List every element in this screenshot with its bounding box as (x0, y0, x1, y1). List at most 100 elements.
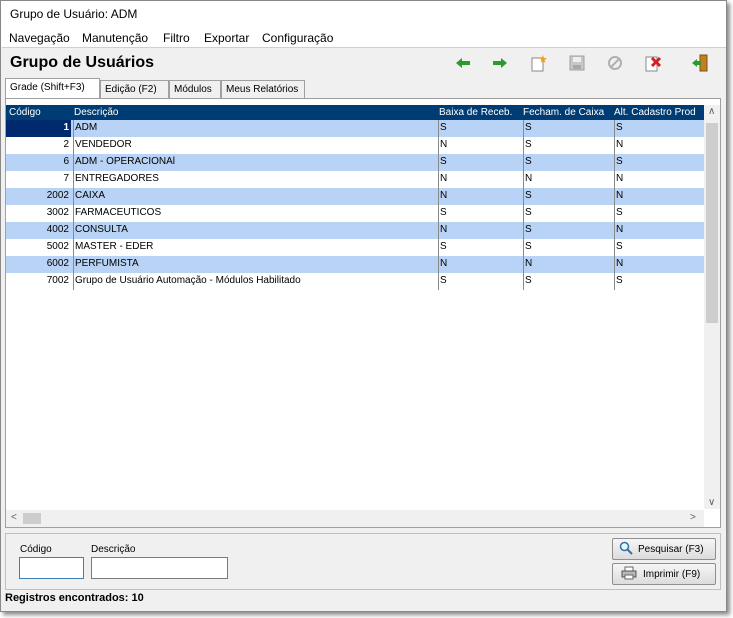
cancel-icon[interactable] (605, 53, 625, 73)
col-header-descricao[interactable]: Descrição (74, 107, 434, 118)
table-row[interactable]: 7002 Grupo de Usuário Automação - Módulos… (6, 273, 704, 290)
cell-fecham: S (525, 207, 532, 218)
tab-label: Meus Relatórios (226, 84, 299, 95)
cell-codigo: 6002 (46, 258, 69, 269)
cell-codigo: 6 (63, 156, 69, 167)
tab-edicao[interactable]: Edição (F2) (100, 80, 169, 98)
cell-codigo: 2 (63, 139, 69, 150)
cell-baixa: N (440, 224, 448, 235)
cell-descricao: ENTREGADORES (75, 173, 159, 184)
column-separator (523, 154, 524, 171)
print-button[interactable]: Imprimir (F9) (612, 563, 716, 585)
table-row[interactable]: 2002 CAIXA N S N (6, 188, 704, 205)
column-separator (523, 188, 524, 205)
forward-arrow-icon[interactable] (490, 53, 510, 73)
vertical-scroll-thumb[interactable] (706, 123, 718, 323)
scroll-up-icon[interactable]: ∧ (708, 106, 715, 117)
search-panel: Código Descrição Pesquisar (F3) Imprimir… (5, 533, 721, 590)
cell-alt-cadastro: N (616, 173, 624, 184)
col-header-baixa[interactable]: Baixa de Receb. (439, 107, 521, 118)
save-icon[interactable] (567, 53, 587, 73)
codigo-input[interactable] (19, 557, 84, 579)
column-separator (614, 256, 615, 273)
table-row[interactable]: 4002 CONSULTA N S N (6, 222, 704, 239)
delete-icon[interactable] (643, 53, 663, 73)
cell-alt-cadastro: S (616, 156, 623, 167)
column-separator (438, 154, 439, 171)
column-separator (614, 273, 615, 290)
cell-descricao: Grupo de Usuário Automação - Módulos Hab… (75, 275, 301, 286)
cell-descricao: ADM (75, 122, 98, 133)
menu-exportar[interactable]: Exportar (204, 31, 249, 45)
column-separator (614, 205, 615, 222)
cell-codigo: 7 (63, 173, 69, 184)
menu-navegacao[interactable]: Navegação (9, 31, 70, 45)
cell-alt-cadastro: S (616, 207, 623, 218)
new-record-icon[interactable] (529, 53, 549, 73)
menu-configuracao[interactable]: Configuração (262, 31, 333, 45)
tab-modulos[interactable]: Módulos (169, 80, 221, 98)
cell-fecham: S (525, 190, 532, 201)
magnifier-icon (619, 541, 633, 558)
scroll-left-icon[interactable]: < (11, 512, 17, 523)
column-separator (523, 222, 524, 239)
tab-grade[interactable]: Grade (Shift+F3) (5, 78, 100, 98)
data-grid: Código Descrição Baixa de Receb. Fecham.… (5, 98, 721, 528)
menu-bar: Navegação Manutenção Filtro Exportar Con… (1, 28, 726, 47)
cell-baixa: S (440, 241, 447, 252)
cell-baixa: N (440, 173, 448, 184)
column-separator (614, 154, 615, 171)
column-separator (73, 273, 74, 290)
horizontal-scrollbar[interactable]: < > (6, 510, 704, 527)
cell-fecham: S (525, 275, 532, 286)
cell-fecham: S (525, 224, 532, 235)
cell-codigo: 2002 (46, 190, 69, 201)
vertical-scrollbar[interactable]: ∧ ∨ (704, 105, 720, 509)
column-separator (73, 171, 74, 188)
table-row[interactable]: 1 ADM S S S (6, 120, 704, 137)
table-row[interactable]: 2 VENDEDOR N S N (6, 137, 704, 154)
column-separator (73, 154, 74, 171)
tab-meus-relatorios[interactable]: Meus Relatórios (221, 80, 305, 98)
table-row[interactable]: 3002 FARMACEUTICOS S S S (6, 205, 704, 222)
column-separator (438, 137, 439, 154)
column-separator (614, 137, 615, 154)
column-separator (438, 205, 439, 222)
back-arrow-icon[interactable] (453, 53, 473, 73)
title-bar: Grupo de Usuário: ADM (1, 1, 726, 28)
table-row[interactable]: 6 ADM - OPERACIONAl S S S (6, 154, 704, 171)
cell-alt-cadastro: N (616, 258, 624, 269)
tab-label: Grade (Shift+F3) (10, 82, 85, 93)
search-button[interactable]: Pesquisar (F3) (612, 538, 716, 560)
column-separator (614, 171, 615, 188)
codigo-label: Código (20, 544, 52, 555)
cell-descricao: CAIXA (75, 190, 106, 201)
table-row[interactable]: 6002 PERFUMISTA N N N (6, 256, 704, 273)
cell-codigo: 1 (63, 122, 69, 133)
cell-fecham: S (525, 122, 532, 133)
scroll-right-icon[interactable]: > (690, 512, 696, 523)
col-header-alt-cadastro[interactable]: Alt. Cadastro Prod (614, 107, 704, 118)
menu-filtro[interactable]: Filtro (163, 31, 190, 45)
table-row[interactable]: 5002 MASTER - EDER S S S (6, 239, 704, 256)
cell-codigo: 4002 (46, 224, 69, 235)
column-separator (438, 222, 439, 239)
column-separator (438, 239, 439, 256)
cell-descricao: FARMACEUTICOS (75, 207, 162, 218)
cell-baixa: N (440, 190, 448, 201)
cell-fecham: S (525, 241, 532, 252)
menu-manutencao[interactable]: Manutenção (82, 31, 148, 45)
cell-descricao: PERFUMISTA (75, 258, 139, 269)
table-row[interactable]: 7 ENTREGADORES N N N (6, 171, 704, 188)
horizontal-scroll-thumb[interactable] (23, 513, 41, 524)
col-header-fecham[interactable]: Fecham. de Caixa (523, 107, 611, 118)
column-separator (73, 205, 74, 222)
col-header-codigo[interactable]: Código (9, 107, 69, 118)
scroll-down-icon[interactable]: ∨ (708, 497, 715, 508)
exit-icon[interactable] (690, 53, 710, 73)
grid-header: Código Descrição Baixa de Receb. Fecham.… (6, 105, 704, 120)
column-separator (614, 120, 615, 137)
descricao-input[interactable] (91, 557, 228, 579)
cell-alt-cadastro: S (616, 275, 623, 286)
column-separator (523, 273, 524, 290)
